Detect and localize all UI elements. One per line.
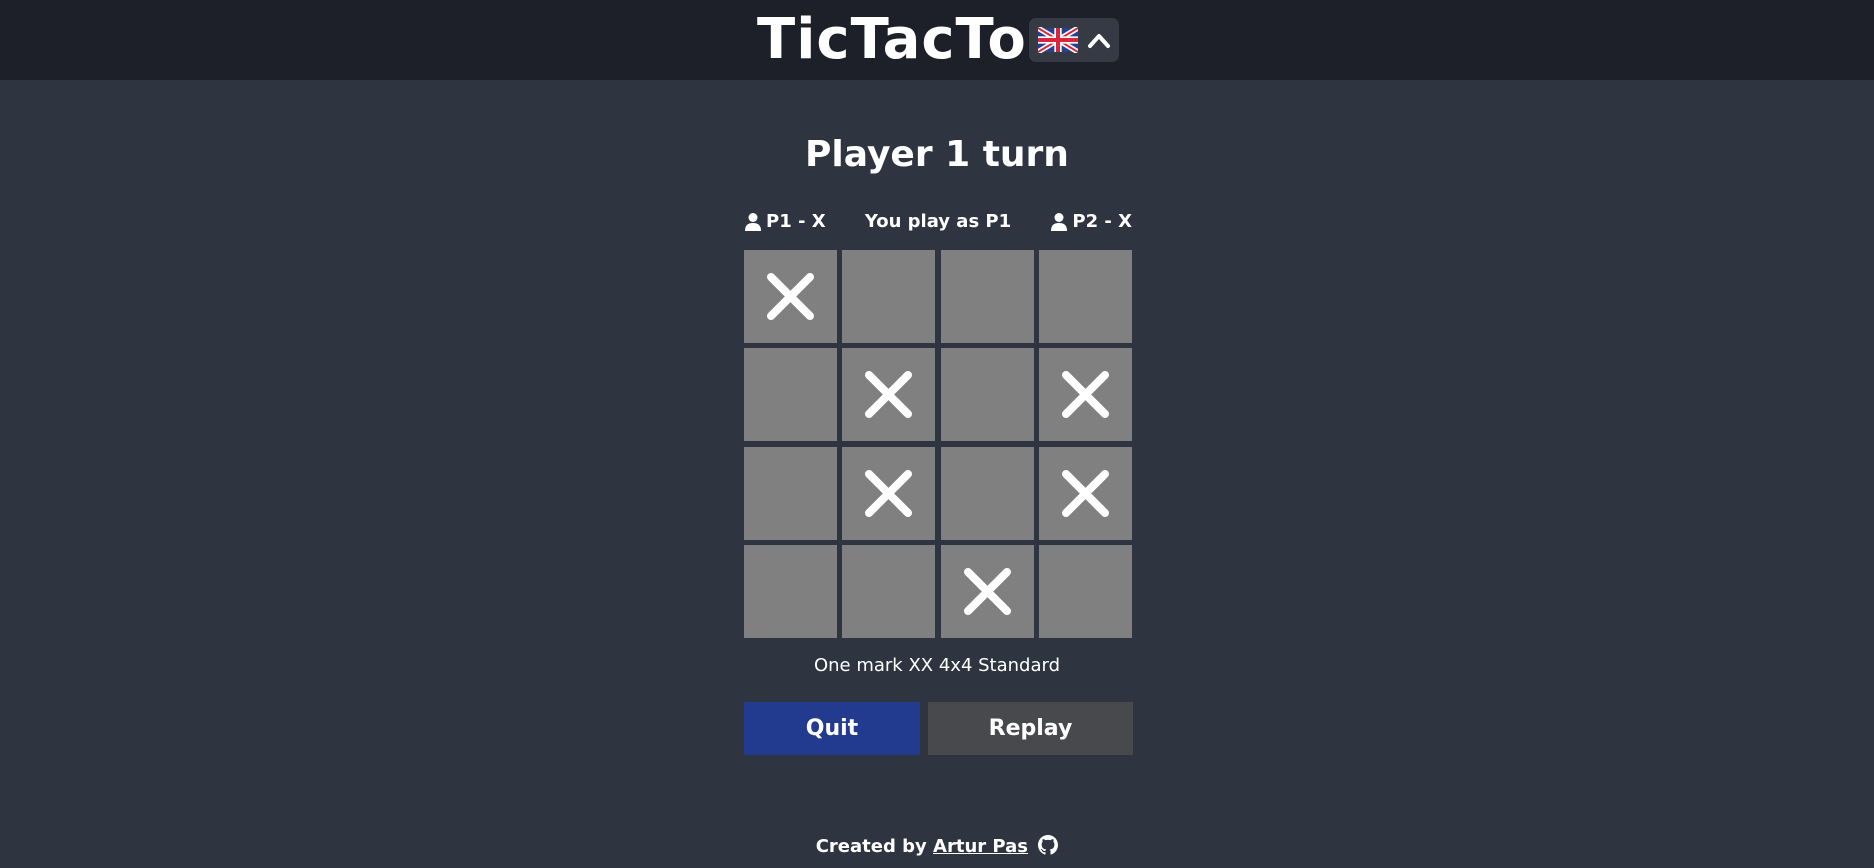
board-cell[interactable]: [940, 446, 1034, 540]
github-icon[interactable]: [1038, 835, 1059, 855]
board-cell[interactable]: [744, 250, 837, 343]
board-cell[interactable]: [1038, 544, 1132, 638]
board-cell[interactable]: [744, 446, 837, 540]
chevron-up-icon: [1088, 34, 1110, 48]
x-mark-icon: [1061, 469, 1109, 517]
author-link[interactable]: Artur Pas: [933, 836, 1028, 857]
board-cell[interactable]: [744, 544, 837, 638]
footer: Created by Artur Pas: [0, 834, 1874, 860]
x-mark-icon: [767, 273, 814, 320]
player-info-row: P1 - X You play as P1 P2 - X: [744, 208, 1132, 236]
uk-flag-icon: [1038, 27, 1078, 53]
board-cell[interactable]: [940, 348, 1034, 442]
board-cell[interactable]: [842, 250, 936, 343]
board-cell[interactable]: [744, 348, 837, 442]
board-cell[interactable]: [940, 250, 1034, 343]
x-mark-icon: [963, 567, 1011, 615]
top-bar: TicTacToe: [0, 0, 1874, 80]
board-cell[interactable]: [1038, 348, 1132, 442]
player2-label: P2 - X: [1072, 211, 1132, 232]
created-by-label: Created by: [815, 836, 927, 857]
x-mark-icon: [865, 371, 913, 419]
board-cell[interactable]: [940, 544, 1034, 638]
board-cell[interactable]: [842, 446, 936, 540]
x-mark-icon: [1061, 371, 1109, 419]
game-mode-label: One mark XX 4x4 Standard: [813, 655, 1061, 676]
replay-button[interactable]: Replay: [928, 702, 1133, 755]
turn-status: Player 1 turn: [805, 134, 1069, 175]
board-cell[interactable]: [1038, 250, 1132, 343]
board-cell[interactable]: [1038, 446, 1132, 540]
player2-info: P2 - X: [1050, 208, 1132, 236]
board-cell[interactable]: [842, 544, 936, 638]
game-board: [744, 250, 1133, 639]
quit-button[interactable]: Quit: [744, 702, 920, 755]
language-selector-button[interactable]: [1029, 18, 1119, 62]
board-cell[interactable]: [842, 348, 936, 442]
app-title: TicTacToe: [757, 7, 1066, 72]
x-mark-icon: [865, 469, 913, 517]
user-icon: [1051, 213, 1068, 231]
